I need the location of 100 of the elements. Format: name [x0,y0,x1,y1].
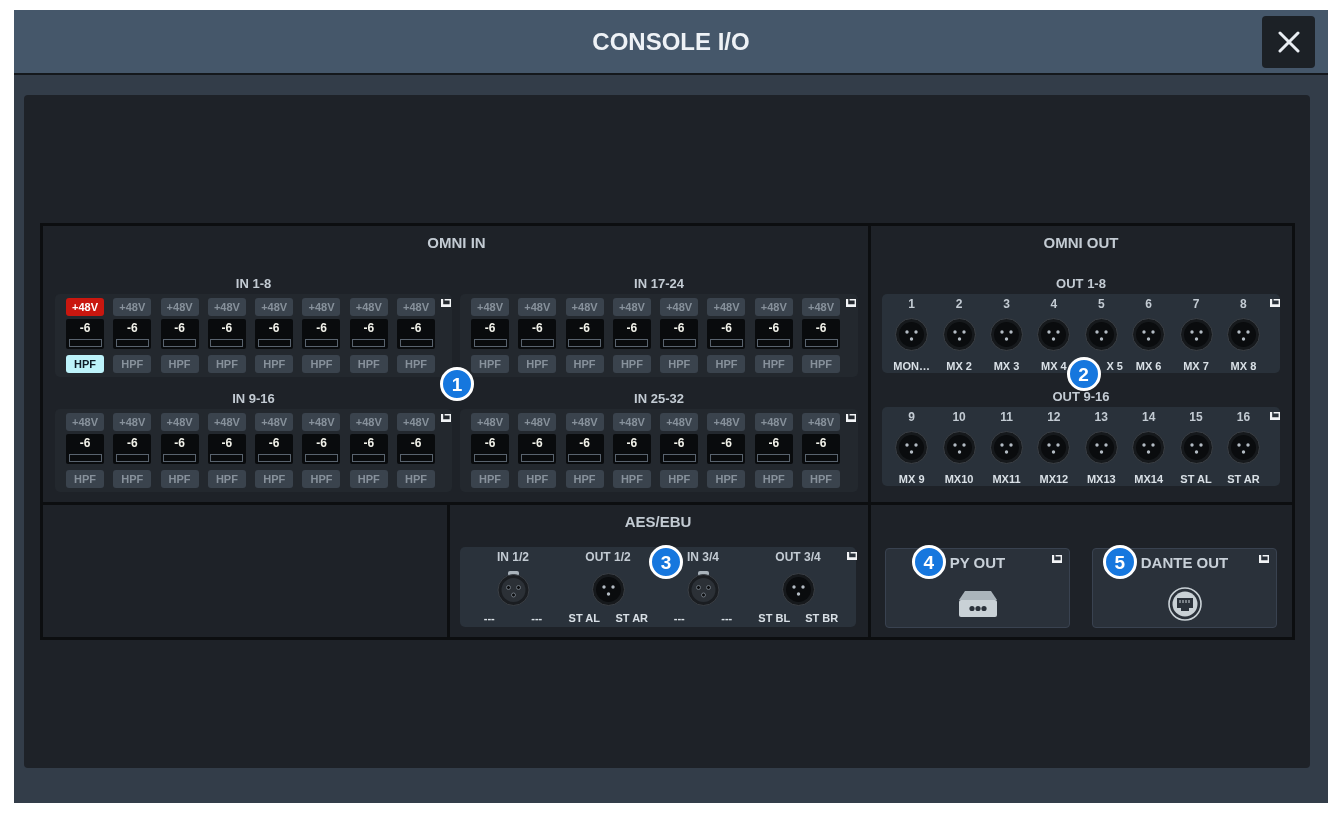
hpf-button[interactable]: HPF [349,470,388,488]
hpf-button[interactable]: HPF [255,355,294,373]
phantom-power-button[interactable]: +48V [255,413,294,431]
popup-icon[interactable] [1270,299,1281,307]
hpf-button[interactable]: HPF [754,355,793,373]
phantom-power-button[interactable]: +48V [565,413,604,431]
popup-icon[interactable] [441,414,452,422]
phantom-power-button[interactable]: +48V [518,413,557,431]
port-number: 1 [908,297,916,311]
gain-value: -6 [768,436,780,450]
phantom-power-button[interactable]: +48V [66,298,104,316]
meter-track [352,454,386,462]
phantom-power-button[interactable]: +48V [660,298,699,316]
hpf-button[interactable]: HPF [397,470,436,488]
popup-icon[interactable] [846,299,857,307]
phantom-power-button[interactable]: +48V [113,413,152,431]
phantom-power-button[interactable]: +48V [754,413,793,431]
hpf-button[interactable]: HPF [66,470,104,488]
channel-label: ST BR [804,612,840,624]
hpf-button[interactable]: HPF [255,470,294,488]
phantom-power-button[interactable]: +48V [207,298,246,316]
hpf-button[interactable]: HPF [612,470,651,488]
phantom-power-button[interactable]: +48V [397,298,436,316]
xlr-connector-icon [1037,431,1071,464]
hpf-button[interactable]: HPF [160,470,199,488]
hpf-button[interactable]: HPF [207,470,246,488]
phantom-power-button[interactable]: +48V [754,298,793,316]
hpf-button[interactable]: HPF [565,355,604,373]
hpf-button[interactable]: HPF [565,470,604,488]
meter-track [710,339,743,347]
xlr-connector-icon [1132,318,1166,351]
group-title: IN 1-8 [234,277,273,291]
hpf-button[interactable]: HPF [612,355,651,373]
phantom-power-button[interactable]: +48V [707,413,746,431]
meter-track [68,339,102,347]
phantom-power-button[interactable]: +48V [612,298,651,316]
hpf-button[interactable]: HPF [397,355,436,373]
meter-track [305,339,338,347]
section-title: OMNI OUT [1042,234,1120,252]
channel-label: ST AR [614,612,650,624]
phantom-power-button[interactable]: +48V [707,298,746,316]
hpf-button[interactable]: HPF [160,355,199,373]
phantom-power-button[interactable]: +48V [802,298,841,316]
hpf-button[interactable]: HPF [471,355,509,373]
phantom-power-button[interactable]: +48V [565,298,604,316]
hpf-button[interactable]: HPF [302,470,341,488]
xlr-connector-icon [1037,318,1071,351]
popup-icon[interactable] [846,552,857,560]
hpf-button[interactable]: HPF [518,470,557,488]
hpf-button[interactable]: HPF [66,355,104,373]
popup-icon[interactable] [1270,412,1281,420]
meter-track [163,454,197,462]
hpf-button[interactable]: HPF [660,470,699,488]
hpf-button[interactable]: HPF [707,355,746,373]
hpf-button[interactable]: HPF [349,355,388,373]
phantom-power-button[interactable]: +48V [207,413,246,431]
phantom-power-button[interactable]: +48V [66,413,104,431]
phantom-power-button[interactable]: +48V [802,413,841,431]
popup-icon[interactable] [846,414,857,422]
phantom-power-button[interactable]: +48V [302,413,341,431]
phantom-power-button[interactable]: +48V [160,413,199,431]
hpf-button[interactable]: HPF [802,470,841,488]
hpf-button[interactable]: HPF [113,355,152,373]
phantom-power-button[interactable]: +48V [302,298,341,316]
phantom-power-button[interactable]: +48V [612,413,651,431]
gain-value: -6 [721,436,732,450]
meter-track [257,339,291,347]
gain-value: -6 [174,321,185,335]
ethernet-port-icon [1167,587,1202,621]
phantom-power-button[interactable]: +48V [349,413,388,431]
phantom-power-button[interactable]: +48V [397,413,436,431]
phantom-power-button[interactable]: +48V [660,413,699,431]
popup-icon[interactable] [1052,555,1062,563]
phantom-power-button[interactable]: +48V [518,298,557,316]
hpf-button[interactable]: HPF [518,355,557,373]
xlr-socket-icon [686,571,720,606]
phantom-power-button[interactable]: +48V [113,298,152,316]
hpf-button[interactable]: HPF [754,470,793,488]
hpf-button[interactable]: HPF [302,355,341,373]
close-button[interactable] [1262,15,1315,68]
xlr-connector-icon [1132,431,1166,464]
hpf-button[interactable]: HPF [471,470,509,488]
phantom-power-button[interactable]: +48V [471,298,509,316]
phantom-power-button[interactable]: +48V [349,298,388,316]
group-title: IN 25-32 [633,392,685,406]
gain-value: -6 [363,436,375,450]
gain-value: -6 [79,436,91,450]
hpf-button[interactable]: HPF [660,355,699,373]
gain-value: -6 [221,321,233,335]
hpf-button[interactable]: HPF [802,355,841,373]
hpf-button[interactable]: HPF [207,355,246,373]
phantom-power-button[interactable]: +48V [160,298,199,316]
phantom-power-button[interactable]: +48V [255,298,294,316]
popup-icon[interactable] [441,299,452,307]
hpf-button[interactable]: HPF [707,470,746,488]
popup-icon[interactable] [1259,555,1269,563]
port-label: MX10 [944,473,974,485]
phantom-power-button[interactable]: +48V [471,413,509,431]
port-number: 13 [1094,410,1108,424]
hpf-button[interactable]: HPF [113,470,152,488]
